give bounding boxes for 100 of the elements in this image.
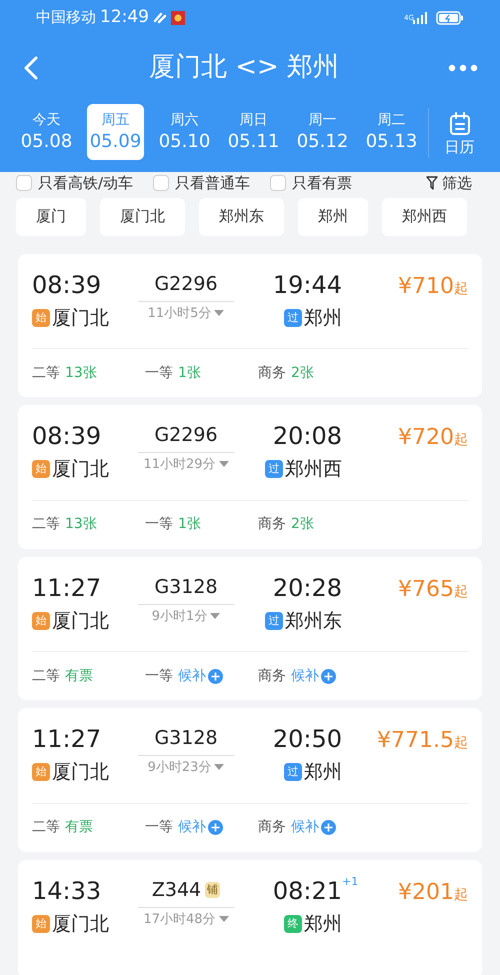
- seat-availability: 有票: [65, 666, 93, 686]
- filter-checkbox[interactable]: 只看有票: [270, 172, 352, 194]
- ticket-price: ¥771.5: [377, 727, 454, 755]
- station-badge: 始: [32, 763, 50, 782]
- train-number: G2296: [154, 272, 218, 297]
- departure-time: 11:27: [32, 724, 102, 755]
- price-suffix: 起: [454, 886, 468, 904]
- calendar-button[interactable]: 日历: [429, 104, 490, 158]
- date-tab[interactable]: 今天 05.08: [18, 104, 75, 160]
- train-card[interactable]: 11:27 始 厦门北 G3128 9小时1分 20:28 过 郑州东 ¥765起 二等 有票 一等 候补 商务 候补: [18, 556, 482, 700]
- train-number: G2296: [154, 423, 218, 448]
- calendar-icon: [448, 112, 470, 136]
- seat-availability: 2张: [291, 515, 314, 534]
- caret-icon: [210, 612, 220, 620]
- price-suffix: 起: [454, 734, 468, 753]
- train-card[interactable]: 08:39 始 厦门北 G2296 11小时5分 19:44 过 郑州 ¥710起 二等 13张 一等 1张 商务 2张: [18, 254, 482, 397]
- date-tab[interactable]: 周一 05.12: [294, 104, 351, 160]
- carrier-name: 中国移动: [36, 7, 96, 28]
- duration-toggle[interactable]: 11小时5分: [148, 304, 224, 323]
- train-number: Z344: [152, 878, 202, 903]
- seat-class: 商务: [258, 515, 286, 534]
- waitlist-button[interactable]: 候补: [178, 666, 223, 686]
- station-badge: 始: [32, 460, 50, 478]
- arrival-time: 19:44: [272, 270, 342, 300]
- seat-availability: 1张: [178, 364, 201, 382]
- arrival-time: 20:28: [272, 572, 342, 604]
- wifi-icon: [153, 12, 167, 24]
- back-icon: [22, 54, 40, 80]
- duration-toggle[interactable]: 9小时23分: [148, 758, 224, 778]
- station-chip[interactable]: 郑州东: [199, 198, 284, 236]
- seat-class: 二等: [32, 818, 60, 837]
- seat-class: 一等: [145, 666, 173, 686]
- departure-station: 厦门北: [52, 306, 109, 330]
- filter-icon: [426, 176, 438, 190]
- date-tab[interactable]: 周二 05.13: [363, 104, 420, 160]
- waitlist-button[interactable]: 候补: [178, 817, 223, 838]
- arrival-station: 郑州西: [285, 457, 342, 482]
- signal-icon: [412, 12, 428, 24]
- train-number: G3128: [154, 726, 218, 752]
- station-badge: 始: [32, 612, 50, 630]
- seat-class: 商务: [258, 666, 286, 686]
- price-suffix: 起: [454, 582, 468, 602]
- station-chip[interactable]: 郑州西: [382, 198, 467, 236]
- duration-toggle[interactable]: 17小时48分: [143, 910, 229, 929]
- plus-icon: [208, 668, 223, 684]
- station-chip[interactable]: 厦门北: [100, 198, 185, 236]
- departure-time: 11:27: [32, 572, 102, 604]
- price-suffix: 起: [454, 280, 468, 298]
- departure-time: 08:39: [32, 421, 102, 452]
- arrival-time: 20:50: [272, 724, 342, 755]
- station-badge: 始: [32, 308, 50, 327]
- departure-station: 厦门北: [52, 608, 109, 634]
- seat-availability: 13张: [65, 515, 97, 534]
- departure-station: 厦门北: [52, 760, 109, 785]
- plus-icon: [208, 820, 223, 835]
- ticket-price: ¥710: [398, 272, 454, 300]
- filter-button[interactable]: 筛选: [426, 172, 472, 194]
- train-card[interactable]: 08:39 始 厦门北 G2296 11小时29分 20:08 过 郑州西 ¥720起 二等 13张 一等 1张 商务 2张: [18, 405, 482, 548]
- more-icon: [448, 64, 478, 72]
- departure-time: 08:39: [32, 270, 102, 300]
- arrival-station: 郑州: [304, 306, 342, 330]
- station-chip[interactable]: 郑州: [298, 198, 368, 236]
- page-title: 厦门北 <> 郑州: [148, 52, 340, 82]
- date-tab[interactable]: 周六 05.10: [156, 104, 213, 160]
- train-number: G3128: [154, 574, 218, 600]
- ticket-price: ¥765: [398, 576, 454, 604]
- seat-class: 二等: [32, 666, 60, 686]
- caret-icon: [214, 310, 224, 317]
- duration-toggle[interactable]: 9小时1分: [152, 606, 220, 626]
- station-badge: 过: [284, 308, 302, 327]
- seat-class: 一等: [145, 818, 173, 837]
- station-badge: 过: [265, 612, 283, 630]
- arrival-station: 郑州: [304, 912, 342, 936]
- next-day-mark: +1: [342, 874, 358, 890]
- station-badge: 过: [265, 460, 283, 478]
- duration-toggle[interactable]: 11小时29分: [143, 455, 229, 474]
- arrival-time: 08:21: [272, 876, 342, 906]
- date-tab[interactable]: 周五 05.09: [87, 104, 144, 160]
- departure-station: 厦门北: [52, 912, 109, 936]
- battery-icon: [436, 10, 464, 24]
- app-notification-icon: [171, 10, 185, 24]
- station-badge: 过: [284, 763, 302, 782]
- filter-checkbox[interactable]: 只看普通车: [153, 172, 250, 194]
- seat-availability: 有票: [65, 818, 93, 837]
- date-tab[interactable]: 周日 05.11: [225, 104, 282, 160]
- train-card[interactable]: 11:27 始 厦门北 G3128 9小时23分 20:50 过 郑州 ¥771.5起 二等 有票 一等 候补 商务 候补: [18, 708, 482, 852]
- plus-icon: [321, 820, 336, 835]
- station-chip[interactable]: 厦门: [16, 198, 86, 236]
- price-suffix: 起: [454, 431, 468, 450]
- waitlist-button[interactable]: 候补: [291, 817, 336, 838]
- filter-checkbox[interactable]: 只看高铁/动车: [16, 172, 134, 194]
- station-badge: 终: [284, 914, 302, 933]
- arrival-time: 20:08: [272, 421, 342, 452]
- seat-class: 一等: [145, 364, 173, 382]
- ticket-price: ¥201: [398, 878, 454, 906]
- caret-icon: [214, 764, 224, 772]
- waitlist-button[interactable]: 候补: [291, 666, 336, 686]
- departure-time: 14:33: [32, 876, 102, 906]
- seat-availability: 13张: [65, 364, 97, 382]
- train-type-tag: 铺: [205, 882, 220, 898]
